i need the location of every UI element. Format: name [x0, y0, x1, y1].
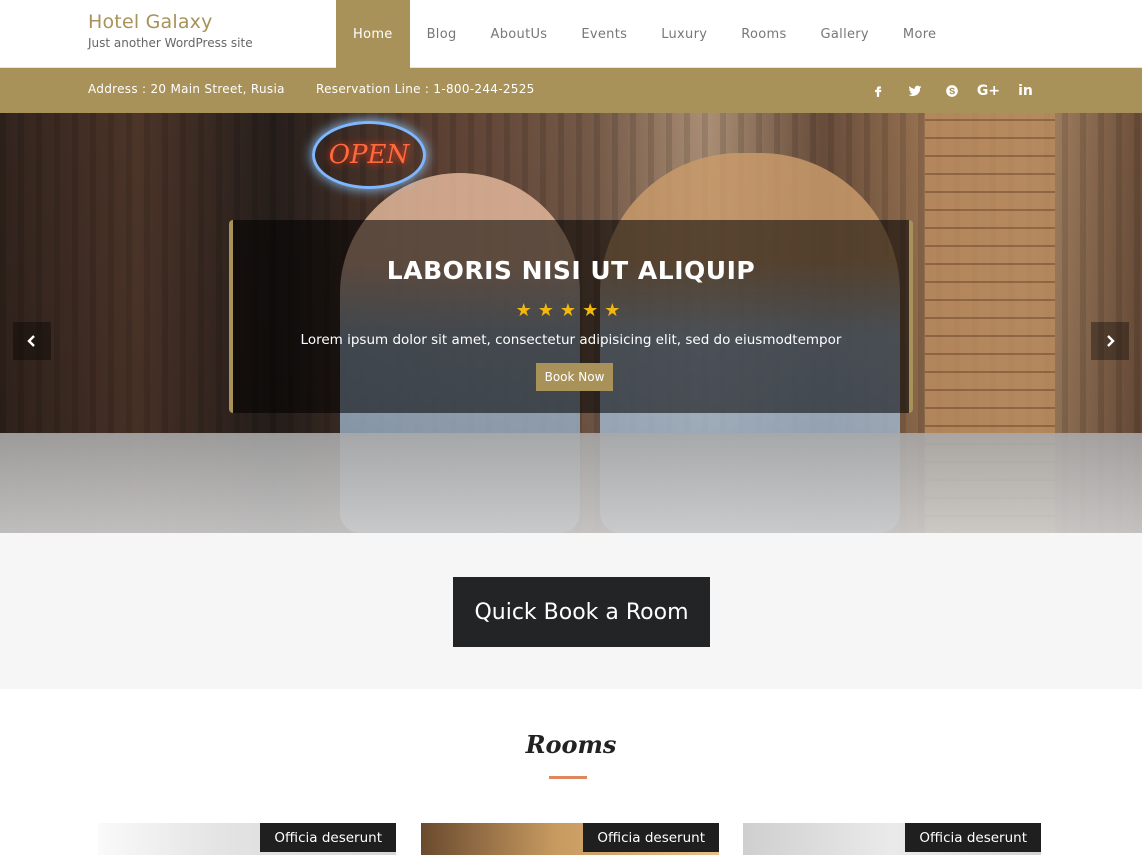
linkedin-icon[interactable]: in	[1007, 81, 1044, 101]
slide-title: LABORIS NISI UT ALIQUIP	[386, 256, 756, 285]
nav-item-events[interactable]: Events	[564, 0, 644, 68]
nav-item-blog[interactable]: Blog	[410, 0, 474, 68]
hero-table	[0, 433, 1142, 533]
star-rating: ★★★★★	[515, 300, 627, 320]
room-card-label[interactable]: Officia deserunt	[260, 823, 396, 852]
social-links: G+ in	[859, 81, 1044, 101]
rooms-heading: Rooms	[525, 730, 617, 759]
address-text: Address : 20 Main Street, Rusia	[88, 82, 285, 96]
facebook-icon[interactable]	[859, 81, 896, 101]
nav-item-more[interactable]: More	[886, 0, 953, 68]
room-card[interactable]: Officia deserunt	[98, 823, 396, 855]
slide-caption: LABORIS NISI UT ALIQUIP ★★★★★ Lorem ipsu…	[229, 220, 913, 413]
hero-slider: OPEN LABORIS NISI UT ALIQUIP ★★★★★ Lorem…	[0, 113, 1142, 533]
room-card[interactable]: Officia deserunt	[743, 823, 1041, 855]
room-card-label[interactable]: Officia deserunt	[583, 823, 719, 852]
quick-book-button[interactable]: Quick Book a Room	[453, 577, 710, 647]
room-card-label[interactable]: Officia deserunt	[905, 823, 1041, 852]
open-sign: OPEN	[312, 121, 426, 189]
nav-item-gallery[interactable]: Gallery	[804, 0, 886, 68]
nav-item-home[interactable]: Home	[336, 0, 410, 68]
info-bar: Address : 20 Main Street, Rusia Reservat…	[0, 68, 1142, 113]
slide-description: Lorem ipsum dolor sit amet, consectetur …	[300, 332, 842, 348]
skype-icon[interactable]	[933, 81, 970, 101]
nav-item-aboutus[interactable]: AboutUs	[474, 0, 565, 68]
slider-next-button[interactable]	[1091, 322, 1129, 360]
quick-book-section: Quick Book a Room	[0, 533, 1142, 689]
chevron-left-icon	[27, 335, 35, 347]
site-header: Hotel Galaxy Just another WordPress site…	[0, 0, 1142, 68]
rooms-heading-underline	[549, 776, 587, 779]
room-card[interactable]: Officia deserunt	[421, 823, 719, 855]
nav-item-luxury[interactable]: Luxury	[644, 0, 724, 68]
site-title[interactable]: Hotel Galaxy	[88, 11, 253, 33]
chevron-right-icon	[1107, 335, 1115, 347]
main-nav: Home Blog AboutUs Events Luxury Rooms Ga…	[336, 0, 953, 68]
site-brand[interactable]: Hotel Galaxy Just another WordPress site	[88, 11, 253, 50]
site-tagline: Just another WordPress site	[88, 36, 253, 50]
google-plus-icon[interactable]: G+	[970, 81, 1007, 101]
nav-item-rooms[interactable]: Rooms	[724, 0, 803, 68]
slider-prev-button[interactable]	[13, 322, 51, 360]
reservation-line: Reservation Line : 1-800-244-2525	[316, 82, 535, 96]
twitter-icon[interactable]	[896, 81, 933, 101]
book-now-button[interactable]: Book Now	[536, 363, 613, 391]
